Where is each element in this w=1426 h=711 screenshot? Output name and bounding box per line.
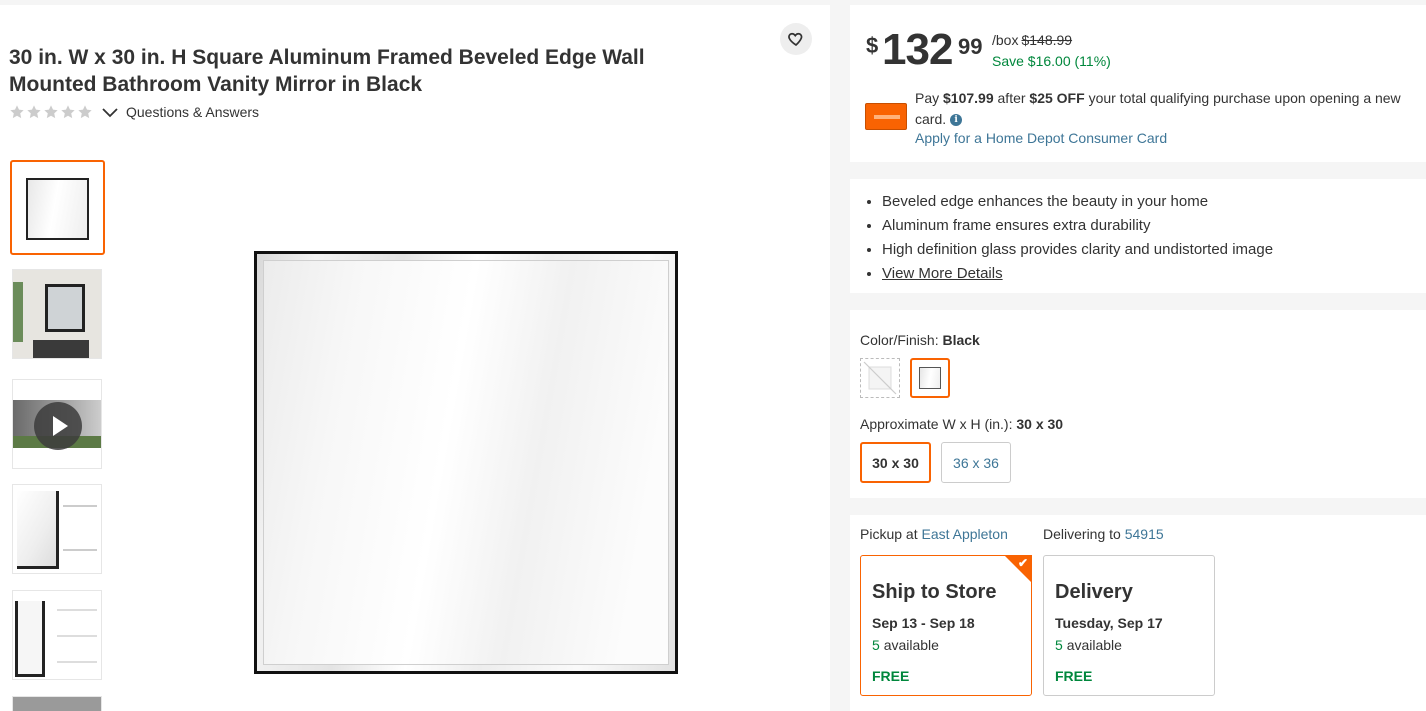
star-icon xyxy=(61,105,75,119)
credit-card-icon xyxy=(865,103,907,130)
mirror-bevel xyxy=(263,260,669,665)
price-card: $ 132 99 /box $148.99 Save $16.00 (11%) P… xyxy=(850,5,1426,162)
size-label-text: Approximate W x H (in.): xyxy=(860,416,1013,432)
product-media-panel: 30 in. W x 30 in. H Square Aluminum Fram… xyxy=(0,5,830,711)
price-currency: $ xyxy=(866,33,879,58)
heart-icon xyxy=(788,32,803,47)
thumbnail-video[interactable] xyxy=(12,379,102,469)
ship-title: Ship to Store xyxy=(872,581,997,603)
star-rating[interactable] xyxy=(9,104,93,120)
star-icon xyxy=(27,105,41,119)
check-icon: ✔ xyxy=(1017,556,1028,570)
delivery-title: Delivery xyxy=(1055,581,1133,603)
pickup-label: Pickup at xyxy=(860,526,918,542)
offer-discount: $25 OFF xyxy=(1029,90,1085,106)
color-finish-label: Color/Finish: Black xyxy=(860,332,980,348)
swatch-mirror-image xyxy=(919,367,941,389)
chevron-down-icon[interactable] xyxy=(102,106,118,118)
callout-line xyxy=(57,635,97,637)
edge-detail-image xyxy=(17,491,59,569)
scene-mirror-shape xyxy=(45,284,85,332)
color-label-text: Color/Finish: xyxy=(860,332,939,348)
plant-shape xyxy=(13,282,23,342)
highlight-item-more: View More Details xyxy=(882,262,1273,286)
rating-row: Questions & Answers xyxy=(9,104,259,120)
thumbnail-beveled-edge-detail[interactable] xyxy=(12,484,102,574)
delivery-availability: 5 available xyxy=(1055,637,1122,653)
ship-count: 5 xyxy=(872,637,880,653)
price-dollars: 132 xyxy=(882,25,953,74)
delivery-location: Delivering to 54915 xyxy=(1043,526,1164,542)
ship-avail-text: available xyxy=(883,637,939,653)
price-unit-line: /box $148.99 xyxy=(992,32,1072,48)
size-option-30x30[interactable]: 30 x 30 xyxy=(860,442,931,483)
delivery-avail-text: available xyxy=(1066,637,1122,653)
pickup-location: Pickup at East Appleton xyxy=(860,526,1008,542)
highlights-card: Beveled edge enhances the beauty in your… xyxy=(850,179,1426,293)
info-icon[interactable]: i xyxy=(950,114,963,127)
unavailable-slash-icon xyxy=(863,361,897,395)
highlight-item: Aluminum frame ensures extra durability xyxy=(882,214,1273,238)
color-value: Black xyxy=(942,332,980,348)
thumbnail-front-view[interactable] xyxy=(10,160,105,255)
size-option-36x36[interactable]: 36 x 36 xyxy=(941,442,1011,483)
dimension-mirror-image xyxy=(15,601,45,677)
offer-pay-amount: $107.99 xyxy=(943,90,994,106)
ship-availability: 5 available xyxy=(872,637,939,653)
pickup-store-link[interactable]: East Appleton xyxy=(921,526,1007,542)
thumbnail-more[interactable] xyxy=(12,696,102,711)
apply-card-link[interactable]: Apply for a Home Depot Consumer Card xyxy=(915,130,1167,146)
play-icon xyxy=(34,402,82,450)
star-icon xyxy=(44,105,58,119)
savings-text: Save $16.00 (11%) xyxy=(992,53,1111,69)
view-more-details-link[interactable]: View More Details xyxy=(882,265,1003,282)
questions-answers-link[interactable]: Questions & Answers xyxy=(126,104,259,120)
deliver-label: Delivering to xyxy=(1043,526,1121,542)
delivery-dates: Tuesday, Sep 17 xyxy=(1055,615,1163,631)
card-stripe xyxy=(874,115,900,119)
star-icon xyxy=(78,105,92,119)
thumbnail-dimensions[interactable] xyxy=(12,590,102,680)
offer-after: after xyxy=(997,90,1026,106)
ship-to-store-option[interactable]: ✔ Ship to Store Sep 13 - Sep 18 5 availa… xyxy=(860,555,1032,696)
highlight-item: High definition glass provides clarity a… xyxy=(882,238,1273,262)
highlight-item: Beveled edge enhances the beauty in your… xyxy=(882,190,1273,214)
price-unit: /box xyxy=(992,32,1019,48)
swatch-black[interactable] xyxy=(910,358,950,398)
delivery-option[interactable]: Delivery Tuesday, Sep 17 5 available FRE… xyxy=(1043,555,1215,696)
scene-vanity-shape xyxy=(33,340,89,358)
callout-line xyxy=(57,609,97,611)
original-price: $148.99 xyxy=(1021,32,1073,48)
callout-line xyxy=(63,549,97,551)
delivery-price: FREE xyxy=(1055,668,1093,684)
size-label: Approximate W x H (in.): 30 x 30 xyxy=(860,416,1063,432)
size-value: 30 x 30 xyxy=(1016,416,1064,432)
thumbnail-mirror-image xyxy=(26,178,89,240)
callout-line xyxy=(63,505,97,507)
product-title: 30 in. W x 30 in. H Square Aluminum Fram… xyxy=(9,46,645,96)
price-cents: 99 xyxy=(958,34,983,59)
zip-code-link[interactable]: 54915 xyxy=(1125,526,1164,542)
delivery-count: 5 xyxy=(1055,637,1063,653)
main-product-image[interactable] xyxy=(254,251,678,674)
ship-dates: Sep 13 - Sep 18 xyxy=(872,615,975,631)
ship-price: FREE xyxy=(872,668,910,684)
favorite-button[interactable] xyxy=(780,23,812,55)
star-icon xyxy=(10,105,24,119)
offer-pay: Pay xyxy=(915,90,940,106)
callout-line xyxy=(57,661,97,663)
thumbnail-bathroom-scene[interactable] xyxy=(12,269,102,359)
swatch-unavailable[interactable] xyxy=(860,358,900,398)
card-offer-text: Pay $107.99 after $25 OFF your total qua… xyxy=(915,88,1415,130)
highlights-list: Beveled edge enhances the beauty in your… xyxy=(882,190,1273,286)
